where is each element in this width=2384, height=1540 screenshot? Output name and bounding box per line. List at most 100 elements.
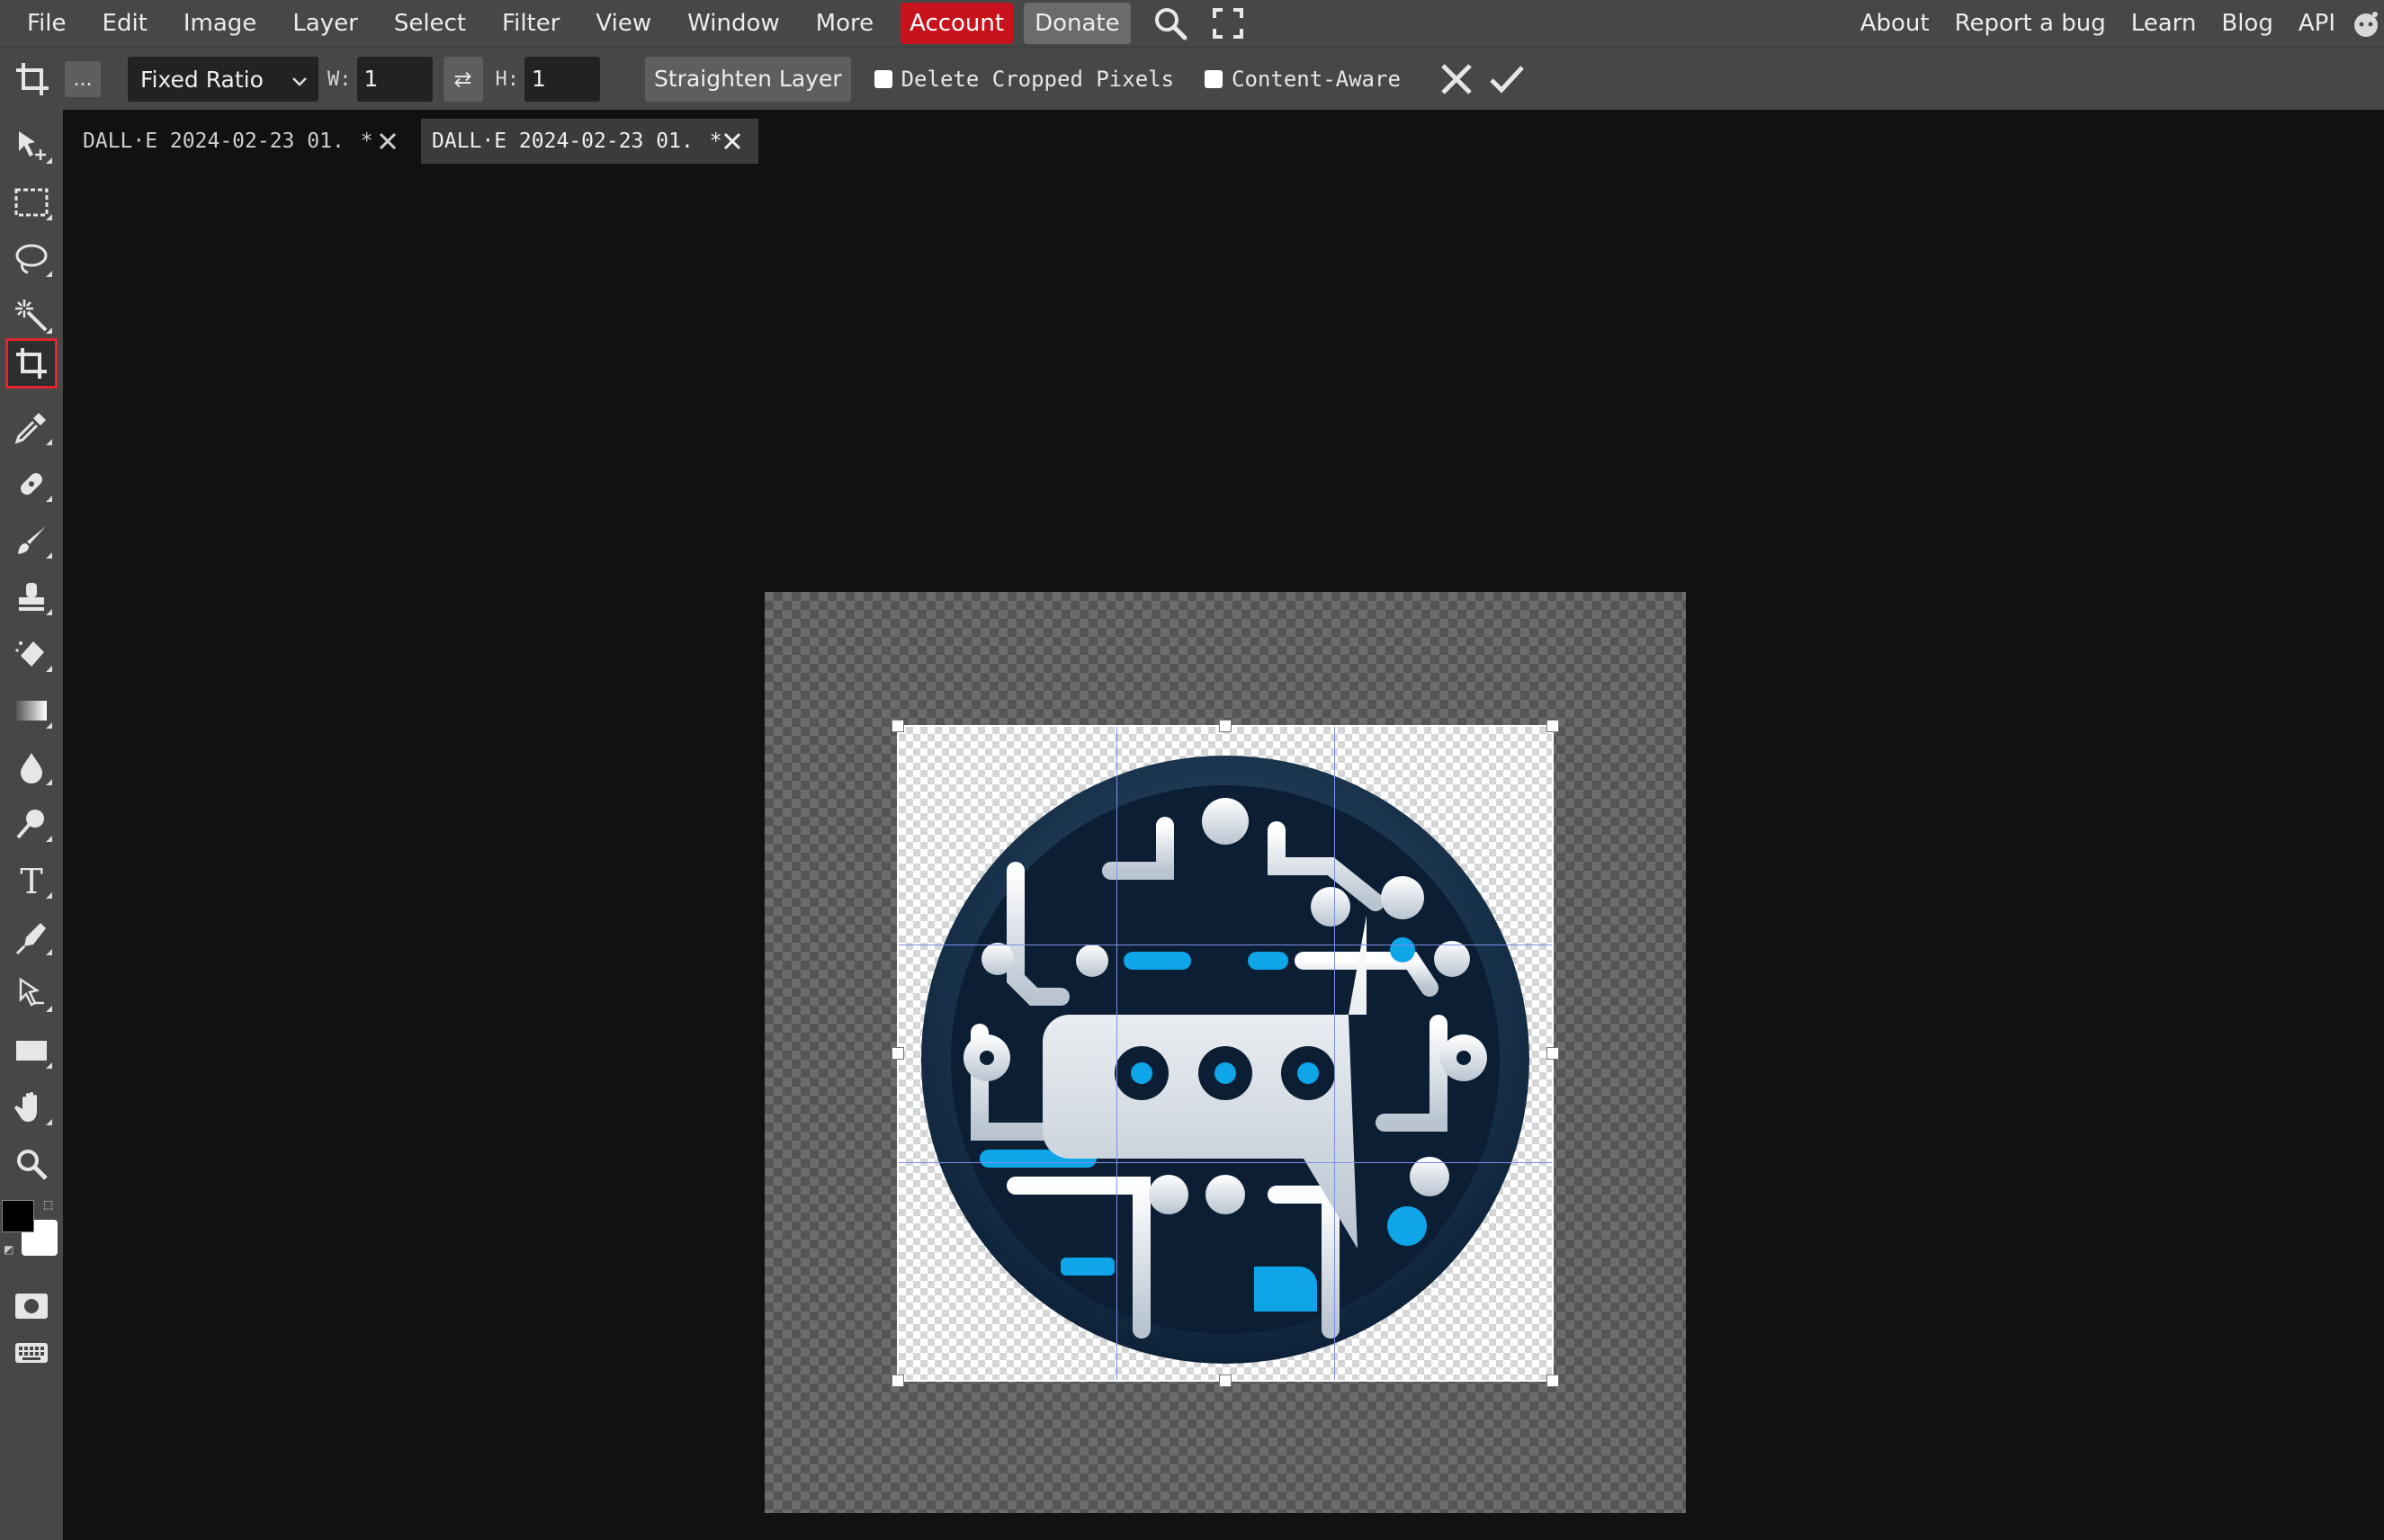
straighten-layer-button[interactable]: Straighten Layer [645, 57, 851, 102]
gradient-tool[interactable] [5, 685, 58, 736]
menu-api[interactable]: API [2286, 0, 2348, 47]
crop-selection[interactable] [892, 720, 1559, 1387]
document-tab[interactable]: DALL·E 2024-02-23 01. * [72, 119, 414, 164]
width-field[interactable]: 1 [356, 57, 433, 102]
chevron-down-icon [291, 67, 308, 93]
menu-view[interactable]: View [578, 0, 669, 47]
dodge-icon [16, 810, 44, 839]
color-swatches: ⬚ ◩ [0, 1198, 63, 1270]
swap-ratio-button[interactable]: ⇄ [443, 57, 483, 102]
menu-file[interactable]: File [9, 0, 85, 47]
crop-tool[interactable] [5, 338, 58, 389]
hand-icon [14, 1092, 37, 1122]
fullscreen-icon[interactable] [1199, 0, 1257, 47]
menu-report-bug[interactable]: Report a bug [1942, 0, 2119, 47]
stamp-icon [19, 583, 44, 611]
crop-handle-top-right[interactable] [1546, 720, 1559, 732]
content-aware-label: Content-Aware [1232, 67, 1401, 92]
menu-learn[interactable]: Learn [2119, 0, 2209, 47]
eyedropper-tool[interactable] [5, 402, 58, 452]
blur-tool[interactable] [5, 742, 58, 792]
eraser-tool[interactable] [5, 629, 58, 679]
type-icon: T [20, 863, 42, 899]
commit-crop-button[interactable] [1482, 48, 1532, 111]
chat-logo-image [921, 756, 1529, 1364]
more-options-button[interactable]: ... [65, 61, 101, 97]
search-icon[interactable] [1142, 0, 1199, 47]
document-tabs: DALL·E 2024-02-23 01. * DALL·E 2024-02-2… [63, 110, 2384, 171]
crop-handle-right[interactable] [1546, 1047, 1559, 1060]
magic-wand-icon [15, 300, 48, 332]
reddit-icon[interactable] [2348, 0, 2384, 47]
brush-tool[interactable] [5, 515, 58, 566]
magnifier-icon [17, 1150, 48, 1180]
marquee-icon [14, 188, 49, 217]
options-bar: ... Fixed Ratio W: 1 ⇄ H: 1 Straighten L… [0, 47, 2384, 111]
cancel-crop-button[interactable] [1431, 48, 1482, 111]
checkbox-box[interactable] [874, 70, 892, 88]
dodge-tool[interactable] [5, 799, 58, 849]
keyboard-icon [15, 1343, 48, 1363]
swap-icon: ⇄ [453, 67, 472, 92]
menu-blog[interactable]: Blog [2209, 0, 2285, 47]
crop-handle-bottom-right[interactable] [1546, 1374, 1559, 1387]
mask-icon [15, 1294, 48, 1319]
healing-tool[interactable] [5, 459, 58, 509]
menu-select[interactable]: Select [376, 0, 484, 47]
checkbox-box[interactable] [1205, 70, 1223, 88]
crop-handle-bottom[interactable] [1219, 1374, 1232, 1387]
rectangle-icon [16, 1041, 47, 1061]
marquee-tool[interactable] [5, 177, 58, 228]
path-select-icon [19, 977, 44, 1007]
svg-text:T: T [20, 863, 42, 899]
clone-stamp-tool[interactable] [5, 572, 58, 622]
ratio-mode-value: Fixed Ratio [140, 66, 264, 93]
magic-wand-tool[interactable] [5, 291, 58, 341]
height-field[interactable]: 1 [524, 57, 600, 102]
crop-handle-top-left[interactable] [892, 720, 904, 732]
close-icon[interactable] [719, 128, 746, 155]
delete-cropped-pixels-checkbox[interactable]: Delete Cropped Pixels [874, 67, 1174, 92]
swap-colors-icon[interactable]: ⬚ [43, 1198, 58, 1213]
menu-image[interactable]: Image [166, 0, 274, 47]
crop-handle-bottom-left[interactable] [892, 1374, 904, 1387]
crop-icon [16, 348, 47, 379]
checkmark-icon [1490, 66, 1524, 94]
menu-edit[interactable]: Edit [85, 0, 166, 47]
lasso-tool[interactable] [5, 234, 58, 284]
brush-icon [18, 526, 46, 554]
pen-tool[interactable] [5, 912, 58, 962]
quick-mask-tool[interactable] [5, 1281, 58, 1331]
donate-button[interactable]: Donate [1024, 3, 1131, 44]
crop-handle-left[interactable] [892, 1047, 904, 1060]
zoom-tool[interactable] [5, 1139, 58, 1189]
foreground-color-swatch[interactable] [2, 1200, 34, 1232]
tab-modified-marker: * [360, 130, 373, 153]
menu-bar: File Edit Image Layer Select Filter View… [0, 0, 2384, 47]
account-button[interactable]: Account [901, 3, 1014, 44]
height-label: H: [495, 67, 520, 91]
crop-tool-icon [0, 48, 65, 111]
rectangle-tool[interactable] [5, 1025, 58, 1076]
menu-about[interactable]: About [1848, 0, 1942, 47]
menu-more[interactable]: More [798, 0, 892, 47]
tab-title: DALL·E 2024-02-23 01. [432, 130, 694, 153]
close-icon [1441, 64, 1472, 94]
content-aware-checkbox[interactable]: Content-Aware [1205, 67, 1401, 92]
keyboard-shortcuts-tool[interactable] [5, 1328, 58, 1378]
menu-layer[interactable]: Layer [274, 0, 376, 47]
document-tab-active[interactable]: DALL·E 2024-02-23 01. * [421, 119, 758, 164]
crop-grid-line [899, 1162, 1552, 1163]
path-select-tool[interactable] [5, 969, 58, 1019]
move-tool[interactable] [5, 121, 58, 171]
close-icon[interactable] [374, 128, 401, 155]
gradient-icon [16, 701, 47, 721]
ratio-mode-select[interactable]: Fixed Ratio [128, 57, 318, 102]
menu-window[interactable]: Window [669, 0, 798, 47]
crop-handle-top[interactable] [1219, 720, 1232, 732]
reset-colors-icon[interactable]: ◩ [4, 1243, 18, 1258]
type-tool[interactable]: T [5, 855, 58, 906]
tools-panel: T ⬚ ◩ [0, 110, 63, 1540]
menu-filter[interactable]: Filter [484, 0, 578, 47]
hand-tool[interactable] [5, 1082, 58, 1133]
